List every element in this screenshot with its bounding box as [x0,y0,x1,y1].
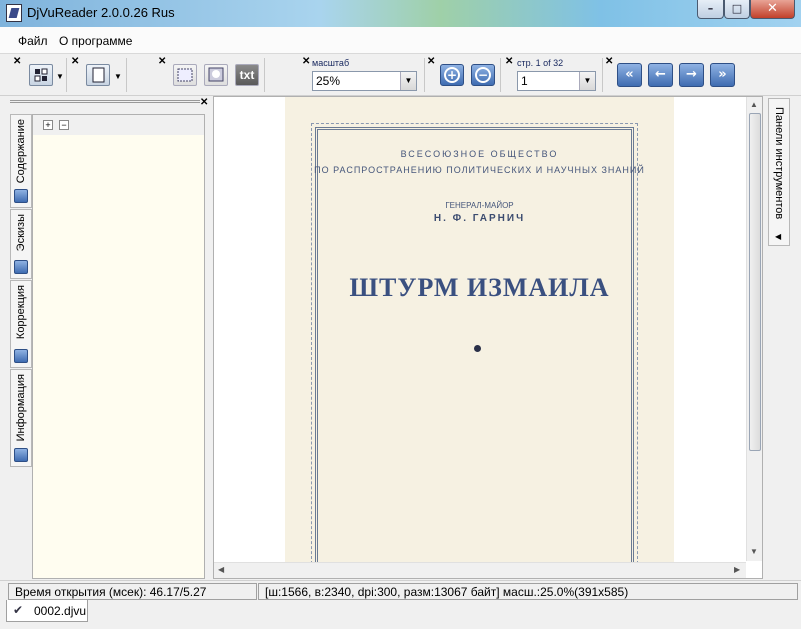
tab-information-label: Информация [15,374,27,442]
status-open-time: Время открытия (мсек): 46.17/5.27 [8,583,257,600]
document-page: ВСЕСОЮЗНОЕ ОБЩЕСТВО ПО РАСПРОСТРАНЕНИЮ П… [285,97,674,569]
first-page-button[interactable]: « [617,63,642,87]
toolbar-separator [602,58,603,92]
page-author-name: Н. Ф. ГАРНИЧ [433,213,526,224]
toolbars-panel-tab[interactable]: Панели инструментов ◀ [768,98,790,246]
minimize-button[interactable]: – [697,0,724,19]
document-view[interactable]: ВСЕСОЮЗНОЕ ОБЩЕСТВО ПО РАСПРОСТРАНЕНИЮ П… [213,96,763,579]
toolbar-group-close-icon[interactable]: ✕ [505,57,513,67]
scroll-up-icon[interactable]: ▲ [750,100,758,109]
toolbar-group-close-icon[interactable]: ✕ [427,57,435,67]
tab-contents[interactable]: Содержание [10,114,32,208]
zoom-out-icon: − [475,67,491,83]
left-panel-tabs: Содержание Эскизы Коррекция Информация [10,114,32,474]
maximize-button[interactable]: □ [724,0,750,19]
page-dropdown-icon[interactable]: ▼ [579,72,595,90]
toolbar-separator [500,58,501,92]
select-text-button[interactable]: txt [235,64,259,86]
page-value: 1 [521,74,528,88]
tree-toolbar: + − [33,115,204,135]
toolbars-panel-label: Панели инструментов [773,107,785,220]
next-page-button[interactable]: → [679,63,704,87]
toolbar-group-close-icon[interactable]: ✕ [13,57,21,67]
title-bar: DjVuReader 2.0.0.26 Rus – □ ✕ [0,0,801,27]
panel-grip[interactable] [10,100,200,103]
toolbar-group-close-icon[interactable]: ✕ [302,57,310,67]
toolbar-group-close-icon[interactable]: ✕ [605,57,613,67]
scroll-right-icon[interactable]: ▶ [734,565,740,574]
left-panel-close-icon[interactable]: ✕ [200,97,208,108]
page-book-title: ШТУРМ ИЗМАИЛА [349,273,610,302]
menu-about[interactable]: О программе [59,34,132,48]
tab-correction-label: Коррекция [15,285,27,340]
tab-contents-label: Содержание [15,119,27,184]
select-area-button[interactable] [173,64,197,86]
previous-page-button[interactable]: ← [648,63,673,87]
document-tab-bar: ✔ 0002.djvu [0,600,801,629]
left-panel: ✕ Содержание Эскизы Коррекция Информация… [8,96,209,579]
tab-thumbnails-label: Эскизы [15,214,27,252]
menu-file[interactable]: Файл [18,34,48,48]
page-layout-dropdown-icon[interactable]: ▼ [56,72,64,81]
toolbar-separator [66,58,67,92]
contents-icon [14,189,28,203]
image-select-icon [208,67,224,82]
status-bar: Время открытия (мсек): 46.17/5.27 [ш:156… [0,580,801,600]
tab-information[interactable]: Информация [10,369,32,467]
page-view-dropdown-icon[interactable]: ▼ [114,72,122,81]
zoom-in-button[interactable]: + [440,64,464,86]
document-tab[interactable]: ✔ 0002.djvu [6,600,88,622]
app-icon [6,4,22,22]
thumbnails-icon [14,260,28,274]
menu-bar: Файл О программе [0,27,801,54]
zoom-dropdown-icon[interactable]: ▼ [400,72,416,90]
zoom-label: масштаб [312,58,350,68]
page-dot [474,345,481,352]
scroll-left-icon[interactable]: ◀ [218,565,224,574]
page-society-line2: ПО РАСПРОСТРАНЕНИЮ ПОЛИТИЧЕСКИХ И НАУЧНЫ… [314,165,645,175]
wrench-icon [14,349,28,363]
tab-thumbnails[interactable]: Эскизы [10,209,32,279]
window-title: DjVuReader 2.0.0.26 Rus [27,5,175,20]
zoom-out-button[interactable]: − [471,64,495,86]
expand-all-icon[interactable]: + [43,120,53,130]
toolbar-separator [126,58,127,92]
page-icon [92,67,105,83]
contents-tree[interactable]: + − [32,114,205,579]
close-button[interactable]: ✕ [750,0,795,19]
zoom-select[interactable]: 25% ▼ [312,71,417,91]
vertical-scroll-thumb[interactable] [749,113,761,451]
info-icon [14,448,28,462]
toolbar-separator [424,58,425,92]
select-image-button[interactable] [204,64,228,86]
zoom-value: 25% [316,74,341,88]
toolbar-group-close-icon[interactable]: ✕ [71,57,79,67]
page-view-button[interactable] [86,64,110,86]
status-page-info: [ш:1566, в:2340, dpi:300, разм:13067 бай… [258,583,798,600]
toolbar: ✕ ▼ ✕ ▼ ✕ txt ✕ масштаб 25% ▼ ✕ + − ✕ ст… [0,54,801,96]
page-society-line1: ВСЕСОЮЗНОЕ ОБЩЕСТВО [400,149,559,159]
toolbar-group-close-icon[interactable]: ✕ [158,57,166,67]
right-panel: Панели инструментов ◀ [765,96,801,579]
vertical-scrollbar[interactable]: ▲ ▼ [746,97,762,561]
last-page-button[interactable]: » [710,63,735,87]
horizontal-scrollbar[interactable]: ◀ ▶ [214,562,746,578]
check-icon: ✔ [13,603,24,617]
selection-rectangle-icon [177,68,193,82]
tab-correction[interactable]: Коррекция [10,280,32,368]
zoom-in-icon: + [444,67,460,83]
page-layout-icon [34,68,48,82]
page-layout-button[interactable] [29,64,53,86]
scroll-down-icon[interactable]: ▼ [750,547,758,556]
page-select[interactable]: 1 ▼ [517,71,596,91]
collapse-all-icon[interactable]: − [59,120,69,130]
page-author-rank: ГЕНЕРАЛ-МАЙОР [445,201,514,210]
caret-left-icon: ◀ [775,232,782,241]
page-label: стр. 1 of 32 [517,58,564,68]
toolbar-separator [264,58,265,92]
document-tab-label: 0002.djvu [34,604,87,618]
